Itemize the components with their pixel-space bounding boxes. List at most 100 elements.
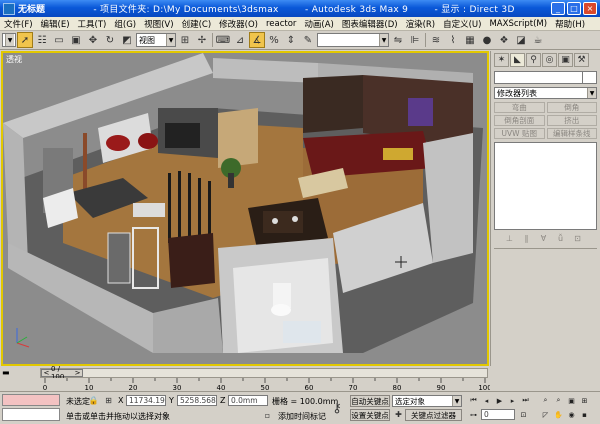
zoom-extents-icon[interactable]: ▣ — [566, 395, 577, 406]
make-unique-icon[interactable]: ∀ — [537, 233, 550, 243]
absolute-mode-icon[interactable]: ⊞ — [103, 395, 114, 406]
uvw-map-button[interactable]: UVW 贴图 — [494, 128, 545, 139]
menu-tools[interactable]: 工具(T) — [74, 18, 111, 30]
lock-selection-icon[interactable]: 🔒 — [88, 395, 99, 406]
create-tab-icon[interactable]: ✶ — [494, 53, 509, 67]
menu-help[interactable]: 帮助(H) — [551, 18, 589, 30]
select-by-name-icon[interactable]: ☷ — [34, 32, 50, 48]
percent-snap-icon[interactable]: % — [266, 32, 282, 48]
key-mode-icon[interactable]: ⚷ — [329, 401, 345, 416]
show-end-result-icon[interactable]: ∥ — [520, 233, 533, 243]
mini-listener-toggle[interactable]: ▬ — [0, 367, 40, 378]
menu-graph-editors[interactable]: 图表编辑器(D) — [338, 18, 402, 30]
zoom-icon[interactable]: ⌕ — [540, 395, 551, 406]
pivot-center-icon[interactable]: ⊞ — [177, 32, 193, 48]
schematic-view-icon[interactable]: ▦ — [462, 32, 478, 48]
maximize-button[interactable]: □ — [567, 2, 581, 15]
track-bar[interactable]: 0 10 20 30 40 50 60 70 80 90 100 — [0, 378, 490, 391]
select-rotate-icon[interactable]: ↻ — [102, 32, 118, 48]
bevel-button[interactable]: 倒角 — [546, 102, 597, 113]
maxscript-listener-pink[interactable] — [2, 394, 60, 406]
key-mode-toggle-icon[interactable]: ⊶ — [468, 409, 479, 420]
snap-toggle-icon[interactable]: ⊿ — [232, 32, 248, 48]
modifier-list-dropdown[interactable]: 修改器列表 ▼ — [494, 87, 597, 99]
select-move-icon[interactable]: ✥ — [85, 32, 101, 48]
close-button[interactable]: × — [583, 2, 597, 15]
play-icon[interactable]: ▶ — [494, 395, 505, 406]
window-crossing-icon[interactable]: ▣ — [68, 32, 84, 48]
next-frame-arrow[interactable]: > — [73, 368, 82, 378]
material-editor-icon[interactable]: ● — [479, 32, 495, 48]
previous-frame-icon[interactable]: ◂ — [481, 395, 492, 406]
bevel-profile-button[interactable]: 倒角剖面 — [494, 115, 545, 126]
prev-frame-arrow[interactable]: < — [42, 368, 51, 378]
bend-button[interactable]: 弯曲 — [494, 102, 545, 113]
quick-render-icon[interactable]: ☕ — [530, 32, 546, 48]
arc-rotate-icon[interactable]: ◉ — [566, 409, 577, 420]
object-name-field[interactable] — [494, 71, 597, 84]
modifier-stack[interactable] — [494, 142, 597, 230]
hierarchy-tab-icon[interactable]: ⚲ — [526, 53, 541, 67]
z-coordinate-field[interactable]: 0.0mm — [228, 395, 268, 406]
current-frame-field[interactable]: 0 — [481, 409, 515, 420]
zoom-extents-all-icon[interactable]: ⊞ — [579, 395, 590, 406]
spinner-snap-icon[interactable]: ⇕ — [283, 32, 299, 48]
menu-views[interactable]: 视图(V) — [140, 18, 177, 30]
select-object-icon[interactable]: ➚ — [17, 32, 33, 48]
pan-icon[interactable]: ✋ — [553, 409, 564, 420]
menu-reactor[interactable]: reactor — [262, 19, 300, 29]
x-coordinate-field[interactable]: 11734.195 — [126, 395, 166, 406]
maximize-viewport-icon[interactable]: ▪ — [579, 409, 590, 420]
utilities-tab-icon[interactable]: ⚒ — [574, 53, 589, 67]
menu-animation[interactable]: 动画(A) — [300, 18, 337, 30]
menu-modifiers[interactable]: 修改器(O) — [215, 18, 262, 30]
menu-customize[interactable]: 自定义(U) — [439, 18, 485, 30]
time-slider-track[interactable]: < 0 / 100 > — [40, 365, 488, 381]
app-icon[interactable] — [3, 2, 15, 15]
remove-modifier-icon[interactable]: ǚ — [554, 233, 567, 243]
mirror-icon[interactable]: ⇋ — [390, 32, 406, 48]
object-color-swatch[interactable] — [582, 72, 596, 83]
time-slider-thumb[interactable]: < 0 / 100 > — [41, 365, 83, 381]
set-key-button[interactable]: 设置关键点 — [350, 409, 390, 421]
auto-key-button[interactable]: 自动关键点 — [350, 395, 390, 407]
align-icon[interactable]: ⊫ — [407, 32, 423, 48]
menu-create[interactable]: 创建(C) — [178, 18, 216, 30]
field-of-view-icon[interactable]: ◸ — [540, 409, 551, 420]
pin-stack-icon[interactable]: ⊥ — [503, 233, 516, 243]
rectangular-selection-icon[interactable]: ▭ — [51, 32, 67, 48]
viewport-label[interactable]: 透视 — [6, 54, 22, 65]
y-coordinate-field[interactable]: 5258.568n — [177, 395, 217, 406]
render-frame-icon[interactable]: ◪ — [513, 32, 529, 48]
menu-group[interactable]: 组(G) — [110, 18, 140, 30]
minimize-button[interactable]: _ — [551, 2, 565, 15]
configure-sets-icon[interactable]: ⊡ — [571, 233, 584, 243]
go-to-start-icon[interactable]: ⏮ — [468, 395, 479, 406]
menu-file[interactable]: 文件(F) — [0, 18, 37, 30]
next-frame-icon[interactable]: ▸ — [507, 395, 518, 406]
menu-edit[interactable]: 编辑(E) — [37, 18, 74, 30]
time-configuration-icon[interactable]: ⊡ — [518, 409, 529, 420]
select-manipulate-icon[interactable]: ✢ — [194, 32, 210, 48]
key-filter-icon[interactable]: ✚ — [393, 409, 404, 420]
zoom-all-icon[interactable]: ⌕ — [553, 395, 564, 406]
layer-manager-icon[interactable]: ≋ — [428, 32, 444, 48]
edit-spline-button[interactable]: 编辑样条线 — [546, 128, 597, 139]
menu-maxscript[interactable]: MAXScript(M) — [485, 19, 551, 29]
select-scale-icon[interactable]: ◩ — [119, 32, 135, 48]
maxscript-listener-white[interactable] — [2, 408, 60, 421]
time-tag-icon[interactable]: ▫ — [262, 410, 273, 421]
toolbar-handle[interactable]: ▼ — [2, 33, 16, 47]
keyboard-shortcut-icon[interactable]: ⌨ — [215, 32, 231, 48]
reference-coordinate-combo[interactable]: 视图 ▼ — [136, 33, 176, 47]
menu-rendering[interactable]: 渲染(R) — [402, 18, 440, 30]
curve-editor-icon[interactable]: ⌇ — [445, 32, 461, 48]
key-filters-button[interactable]: 关键点过滤器 — [405, 409, 462, 421]
perspective-viewport[interactable]: 透视 — [1, 51, 489, 366]
angle-snap-icon[interactable]: ∡ — [249, 32, 265, 48]
render-setup-icon[interactable]: ❖ — [496, 32, 512, 48]
modify-tab-icon[interactable]: ◣ — [510, 53, 525, 67]
named-selection-sets-combo[interactable]: ▼ — [317, 33, 389, 47]
motion-tab-icon[interactable]: ◎ — [542, 53, 557, 67]
key-selection-combo[interactable]: 选定对象 ▼ — [392, 395, 462, 407]
